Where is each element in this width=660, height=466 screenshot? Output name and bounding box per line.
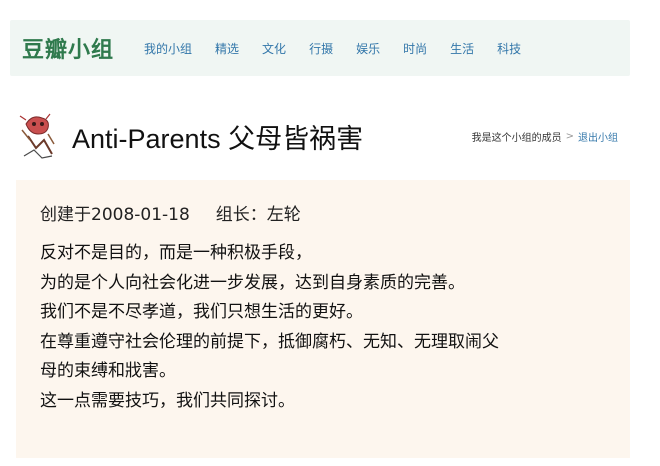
nav-item-featured[interactable]: 精选 bbox=[215, 40, 239, 57]
group-title: Anti-Parents 父母皆祸害 bbox=[72, 123, 364, 154]
nav-item-culture[interactable]: 文化 bbox=[262, 40, 286, 57]
quit-group-link[interactable]: 退出小组 bbox=[578, 129, 618, 144]
group-avatar-icon bbox=[19, 113, 55, 159]
nav-item-my-groups[interactable]: 我的小组 bbox=[144, 40, 192, 57]
nav-item-fashion[interactable]: 时尚 bbox=[403, 40, 427, 57]
membership-links: 我是这个小组的成员 > 退出小组 bbox=[472, 129, 618, 144]
description-line: 我们不是不尽孝道，我们只想生活的更好。 bbox=[40, 302, 363, 322]
nav-item-life[interactable]: 生活 bbox=[450, 40, 474, 57]
description-line: 为的是个人向社会化进一步发展，达到自身素质的完善。 bbox=[40, 272, 465, 293]
group-meta: 创建于2008-01-18 组长：左轮 bbox=[40, 200, 630, 225]
description-line: 反对不是目的，而是一种积极手段， bbox=[40, 243, 312, 263]
member-status-text: 我是这个小组的成员 bbox=[471, 132, 562, 144]
group-leader: 组长：左轮 bbox=[215, 205, 301, 225]
created-date: 创建于2008-01-18 bbox=[40, 205, 190, 225]
description-line: 在尊重遵守社会伦理的前提下，抵御腐朽、无知、无理取闹父 bbox=[40, 331, 499, 352]
nav-item-travel-photo[interactable]: 行摄 bbox=[309, 40, 333, 57]
group-info-panel: 创建于2008-01-18 组长：左轮 反对不是目的，而是一种积极手段， 为的是个… bbox=[16, 180, 630, 458]
separator-arrow: > bbox=[565, 130, 574, 142]
top-nav-bar: 豆瓣小组 我的小组 精选 文化 行摄 娱乐 时尚 生活 科技 bbox=[10, 20, 630, 76]
group-description: 反对不是目的，而是一种积极手段， 为的是个人向社会化进一步发展，达到自身素质的完… bbox=[40, 239, 630, 416]
nav-item-entertainment[interactable]: 娱乐 bbox=[356, 40, 380, 57]
description-line: 这一点需要技巧，我们共同探讨。 bbox=[40, 390, 295, 411]
douban-group-logo[interactable]: 豆瓣小组 bbox=[22, 32, 114, 64]
group-header: Anti-Parents 父母皆祸害 我是这个小组的成员 > 退出小组 bbox=[18, 106, 618, 166]
description-line: 母的束缚和戕害。 bbox=[40, 361, 176, 381]
main-nav: 我的小组 精选 文化 行摄 娱乐 时尚 生活 科技 bbox=[144, 40, 544, 57]
nav-item-tech[interactable]: 科技 bbox=[497, 40, 521, 57]
